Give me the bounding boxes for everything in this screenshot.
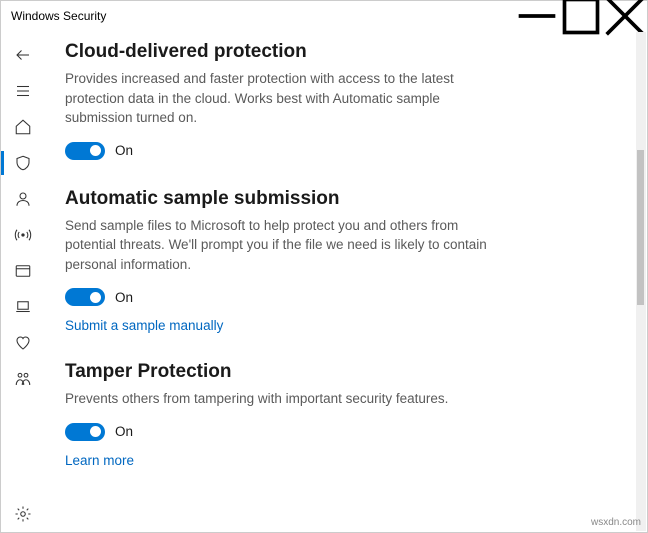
- laptop-icon: [14, 298, 32, 316]
- section-description: Prevents others from tampering with impo…: [65, 389, 495, 409]
- menu-button[interactable]: [1, 73, 45, 109]
- sidebar: [1, 31, 45, 532]
- sidebar-item-app-browser[interactable]: [1, 253, 45, 289]
- shield-icon: [14, 154, 32, 172]
- gear-icon: [14, 505, 32, 523]
- watermark: wsxdn.com: [591, 517, 641, 528]
- scrollbar-track[interactable]: [636, 32, 646, 531]
- app-window-icon: [14, 262, 32, 280]
- toggle-knob: [90, 292, 101, 303]
- toggle-state-label: On: [115, 143, 133, 158]
- toggle-row: On: [65, 142, 619, 160]
- learn-more-link[interactable]: Learn more: [65, 453, 619, 468]
- sidebar-item-family-options[interactable]: [1, 361, 45, 397]
- section-sample-submission: Automatic sample submission Send sample …: [65, 188, 619, 334]
- minimize-button[interactable]: [515, 1, 559, 31]
- submit-sample-link[interactable]: Submit a sample manually: [65, 318, 619, 333]
- toggle-state-label: On: [115, 290, 133, 305]
- sidebar-item-firewall[interactable]: [1, 217, 45, 253]
- section-title: Tamper Protection: [65, 361, 619, 383]
- section-tamper-protection: Tamper Protection Prevents others from t…: [65, 361, 619, 468]
- toggle-row: On: [65, 288, 619, 306]
- section-cloud-protection: Cloud-delivered protection Provides incr…: [65, 41, 619, 160]
- section-description: Send sample files to Microsoft to help p…: [65, 216, 495, 275]
- titlebar: Windows Security: [1, 1, 647, 31]
- person-icon: [14, 190, 32, 208]
- sidebar-item-device-performance[interactable]: [1, 325, 45, 361]
- arrow-left-icon: [14, 46, 32, 64]
- tamper-protection-toggle[interactable]: [65, 423, 105, 441]
- section-title: Automatic sample submission: [65, 188, 619, 210]
- sample-submission-toggle[interactable]: [65, 288, 105, 306]
- toggle-knob: [90, 426, 101, 437]
- sidebar-item-virus-protection[interactable]: [1, 145, 45, 181]
- cloud-protection-toggle[interactable]: [65, 142, 105, 160]
- sidebar-item-device-security[interactable]: [1, 289, 45, 325]
- content-area: Cloud-delivered protection Provides incr…: [45, 31, 647, 532]
- sidebar-item-settings[interactable]: [1, 496, 45, 532]
- app-body: Cloud-delivered protection Provides incr…: [1, 31, 647, 532]
- sidebar-item-account-protection[interactable]: [1, 181, 45, 217]
- hamburger-icon: [14, 82, 32, 100]
- heart-icon: [14, 334, 32, 352]
- maximize-button[interactable]: [559, 1, 603, 31]
- app-window: Windows Security: [0, 0, 648, 533]
- family-icon: [14, 370, 32, 388]
- window-controls: [515, 1, 647, 31]
- antenna-icon: [14, 226, 32, 244]
- window-title: Windows Security: [11, 9, 106, 23]
- toggle-knob: [90, 145, 101, 156]
- sidebar-item-home[interactable]: [1, 109, 45, 145]
- close-button[interactable]: [603, 1, 647, 31]
- scrollbar-thumb[interactable]: [637, 150, 644, 305]
- back-button[interactable]: [1, 37, 45, 73]
- toggle-state-label: On: [115, 424, 133, 439]
- toggle-row: On: [65, 423, 619, 441]
- home-icon: [14, 118, 32, 136]
- section-description: Provides increased and faster protection…: [65, 69, 495, 128]
- section-title: Cloud-delivered protection: [65, 41, 619, 63]
